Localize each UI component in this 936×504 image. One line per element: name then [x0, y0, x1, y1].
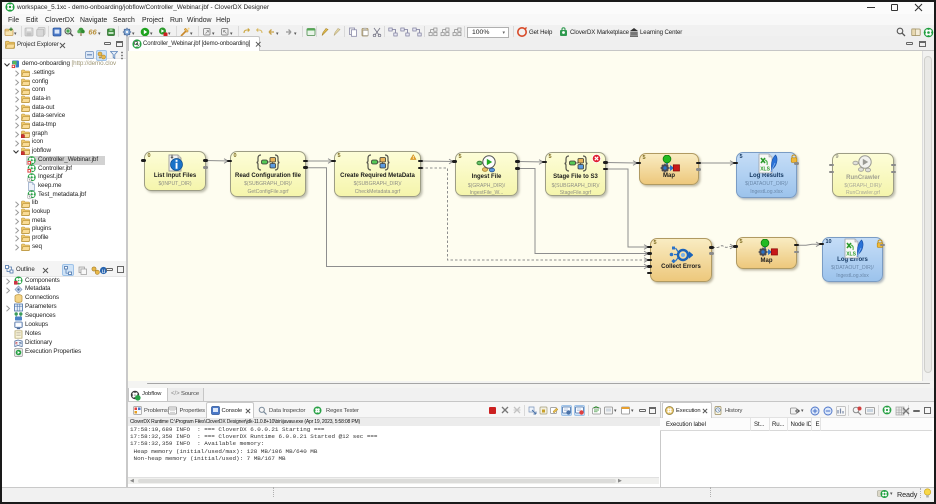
svg-text:XLS: XLS — [846, 252, 856, 258]
svg-text:XLS: XLS — [760, 167, 770, 173]
